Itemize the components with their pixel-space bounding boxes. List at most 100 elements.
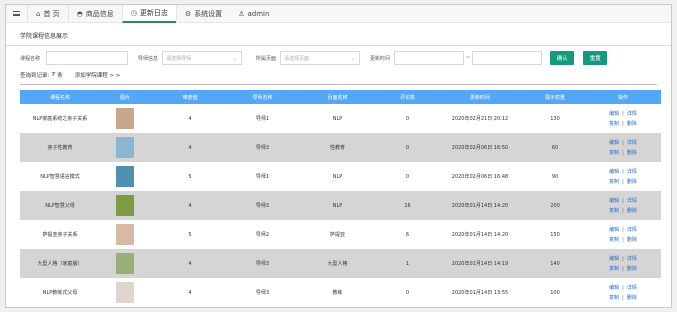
cell-comments: 0 xyxy=(380,162,435,191)
cell-updated-time: 2020年02月06日 16:48 xyxy=(435,162,525,191)
cell-page: NLP xyxy=(295,104,380,133)
cell-comments: 1 xyxy=(380,249,435,278)
user-menu[interactable]: ♙ admin xyxy=(230,5,277,23)
separator: | xyxy=(622,294,624,301)
copy-link[interactable]: 复制 xyxy=(609,237,619,243)
products-icon: ◓ xyxy=(76,9,83,18)
separator: | xyxy=(622,120,624,127)
edit-link[interactable]: 编辑 xyxy=(609,111,619,117)
separator: | xyxy=(622,197,624,204)
table-row: 亲子性教育 4 导师3 性教育 0 2020年02月06日 16:50 60 编辑 | 详情 复制 |… xyxy=(20,133,661,162)
detail-link[interactable]: 详情 xyxy=(627,198,637,204)
detail-link[interactable]: 详情 xyxy=(627,140,637,146)
guide-select[interactable]: 请选择导师 ⌄ xyxy=(162,51,243,65)
cell-weight: 140 xyxy=(525,249,585,278)
detail-link[interactable]: 详情 xyxy=(627,169,637,175)
cell-difficulty: 5 xyxy=(150,162,230,191)
copy-link[interactable]: 复制 xyxy=(609,266,619,272)
cell-image xyxy=(100,162,150,191)
copy-link[interactable]: 复制 xyxy=(609,208,619,214)
edit-link[interactable]: 编辑 xyxy=(609,169,619,175)
tab-settings[interactable]: ⚙ 系统设置 xyxy=(175,5,230,23)
reset-button[interactable]: 重置 xyxy=(583,51,608,65)
table-row: NLP教练式父母 4 导师3 教练 0 2020年01月14日 13:55 100 编辑 | 详情… xyxy=(20,278,661,307)
cell-comments: 0 xyxy=(380,104,435,133)
cell-course-name: 亲子性教育 xyxy=(20,133,100,162)
edit-link[interactable]: 编辑 xyxy=(609,198,619,204)
cell-image xyxy=(100,191,150,220)
copy-link[interactable]: 复制 xyxy=(609,150,619,156)
add-course-link[interactable]: 添加学院课程 > > xyxy=(75,71,121,79)
col-header: 更新时间 xyxy=(469,94,490,101)
detail-link[interactable]: 详情 xyxy=(627,285,637,291)
copy-link[interactable]: 复制 xyxy=(609,295,619,301)
edit-link[interactable]: 编辑 xyxy=(609,285,619,291)
home-icon: ⌂ xyxy=(36,9,41,18)
copy-link[interactable]: 复制 xyxy=(609,179,619,185)
table-row: 九型人格（家庭版） 4 导师3 九型人格 1 2020年01月14日 14:19 140 编辑… xyxy=(20,249,661,278)
delete-link[interactable]: 删除 xyxy=(627,179,637,185)
cell-comments: 0 xyxy=(380,278,435,307)
edit-link[interactable]: 编辑 xyxy=(609,256,619,262)
separator: | xyxy=(622,178,624,185)
cell-guide: 导师3 xyxy=(230,249,295,278)
cell-guide: 导师3 xyxy=(230,278,295,307)
delete-link[interactable]: 删除 xyxy=(627,121,637,127)
cell-image xyxy=(100,249,150,278)
record-summary: 查询到记录: 7 条 添加学院课程 > > xyxy=(20,70,657,80)
menu-toggle-button[interactable] xyxy=(6,5,28,23)
copy-link[interactable]: 复制 xyxy=(609,121,619,127)
cell-actions: 编辑 | 详情 复制 | 删除 xyxy=(585,162,661,191)
tab-home[interactable]: ⌂ 首 页 xyxy=(28,5,68,23)
detail-link[interactable]: 详情 xyxy=(627,111,637,117)
cell-updated-time: 2020年01月14日 14:19 xyxy=(435,249,525,278)
table-row: NLP智慧语言模式 5 导师1 NLP 0 2020年02月06日 16:48 90 编辑 | 详… xyxy=(20,162,661,191)
delete-link[interactable]: 删除 xyxy=(627,295,637,301)
delete-link[interactable]: 删除 xyxy=(627,150,637,156)
cell-image xyxy=(100,133,150,162)
tab-products[interactable]: ◓ 商品信息 xyxy=(67,5,122,23)
delete-link[interactable]: 删除 xyxy=(627,237,637,243)
edit-link[interactable]: 编辑 xyxy=(609,140,619,146)
cell-course-name: 九型人格（家庭版） xyxy=(20,249,100,278)
confirm-button[interactable]: 确认 xyxy=(550,51,575,65)
username: admin xyxy=(247,9,270,18)
course-name-input[interactable] xyxy=(46,51,128,65)
delete-link[interactable]: 删除 xyxy=(627,266,637,272)
time-end-input[interactable] xyxy=(472,51,543,65)
cell-image xyxy=(100,104,150,133)
cell-weight: 200 xyxy=(525,191,585,220)
range-separator: ~ xyxy=(466,55,471,61)
cell-actions: 编辑 | 详情复制 | 删除 xyxy=(585,220,661,249)
delete-link[interactable]: 删除 xyxy=(627,208,637,214)
separator: | xyxy=(622,236,624,243)
guide-label: 导师信息 xyxy=(138,55,159,62)
divider xyxy=(6,45,671,46)
cell-course-name: NLP智慧父母 xyxy=(20,191,100,220)
course-thumbnail xyxy=(116,253,134,274)
record-count: 7 xyxy=(51,72,56,78)
cell-actions: 编辑 | 详情复制 | 删除 xyxy=(585,278,661,307)
tab-label: 系统设置 xyxy=(194,9,223,18)
cell-difficulty: 4 xyxy=(150,133,230,162)
detail-link[interactable]: 详情 xyxy=(627,227,637,233)
cell-page: NLP xyxy=(295,191,380,220)
page-select[interactable]: 请选择页面 ⌄ xyxy=(280,51,361,65)
cell-weight: 150 xyxy=(525,220,585,249)
tab-changelog[interactable]: ◷ 更新日志 xyxy=(121,5,176,23)
cell-weight: 60 xyxy=(525,133,585,162)
clock-icon: ◷ xyxy=(130,8,137,17)
col-header: 评论数 xyxy=(399,94,415,101)
main-content: 学院课程信息展示 课程名称 导师信息 请选择导师 ⌄ 所属页面 请选择页面 ⌄ 更新… xyxy=(6,23,671,307)
cell-difficulty: 4 xyxy=(150,278,230,307)
cell-difficulty: 5 xyxy=(150,220,230,249)
time-start-input[interactable] xyxy=(394,51,465,65)
separator: | xyxy=(622,284,624,291)
cell-guide: 导师1 xyxy=(230,162,295,191)
course-name-label: 课程名称 xyxy=(20,55,41,62)
separator: | xyxy=(622,207,624,214)
edit-link[interactable]: 编辑 xyxy=(609,227,619,233)
separator: | xyxy=(622,149,624,156)
separator: | xyxy=(622,226,624,233)
detail-link[interactable]: 详情 xyxy=(627,256,637,262)
